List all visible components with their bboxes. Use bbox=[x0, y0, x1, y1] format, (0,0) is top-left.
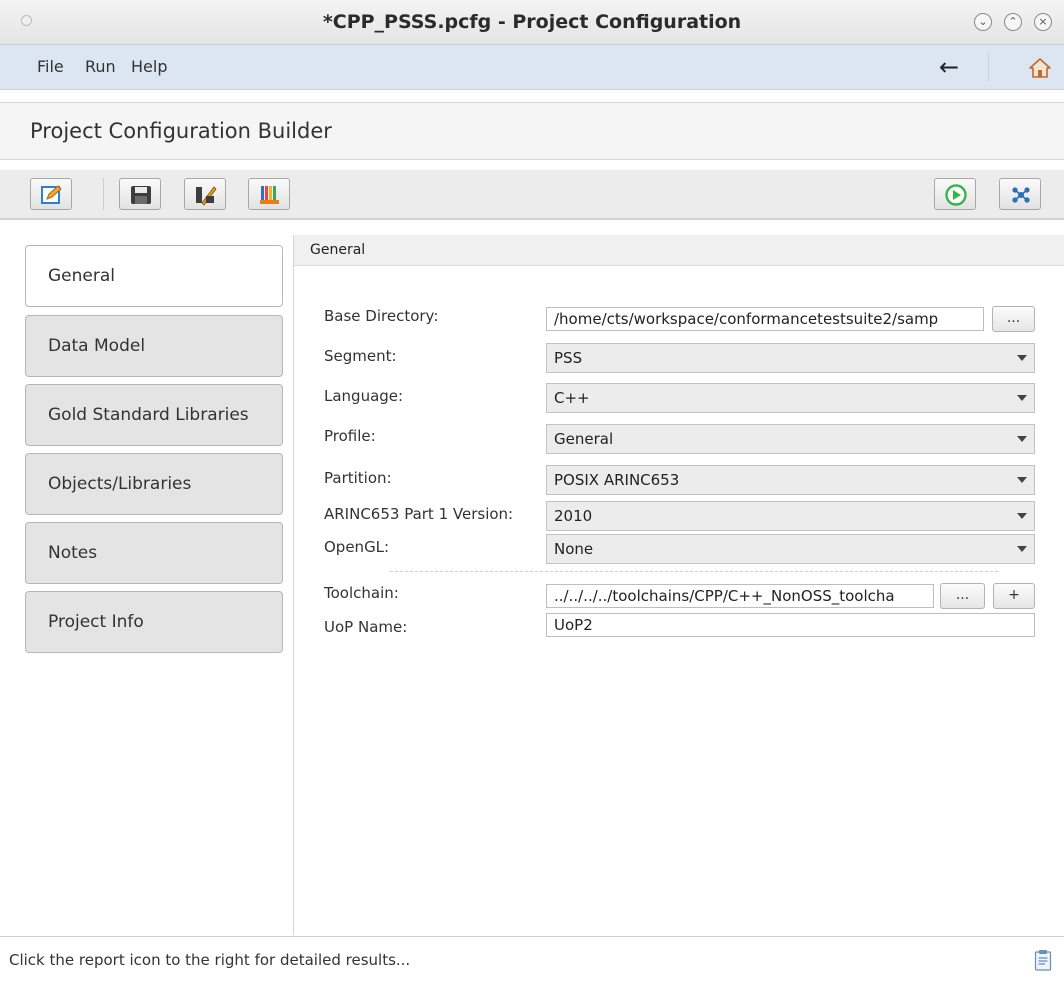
language-label: Language: bbox=[324, 387, 404, 405]
profile-value: General bbox=[554, 430, 614, 448]
status-text: Click the report icon to the right for d… bbox=[9, 951, 411, 969]
menu-help[interactable]: Help bbox=[131, 45, 167, 89]
run-button[interactable] bbox=[934, 178, 976, 210]
section-title: General bbox=[310, 242, 366, 258]
opengl-value: None bbox=[554, 540, 594, 558]
base-directory-field[interactable]: /home/cts/workspace/conformancetestsuite… bbox=[546, 307, 984, 331]
base-directory-browse-button[interactable]: ... bbox=[992, 306, 1035, 332]
tab-notes[interactable]: Notes bbox=[25, 522, 283, 584]
menu-divider bbox=[988, 53, 989, 81]
segment-label: Segment: bbox=[324, 347, 397, 365]
segment-select[interactable]: PSS bbox=[546, 343, 1035, 373]
tab-objects-libraries[interactable]: Objects/Libraries bbox=[25, 453, 283, 515]
save-icon bbox=[131, 186, 151, 204]
page-title: Project Configuration Builder bbox=[30, 119, 332, 143]
status-bar: Click the report icon to the right for d… bbox=[0, 936, 1064, 983]
chevron-down-icon bbox=[1017, 546, 1027, 552]
partition-select[interactable]: POSIX ARINC653 bbox=[546, 465, 1035, 495]
tab-gold-standard-libraries[interactable]: Gold Standard Libraries bbox=[25, 384, 283, 446]
save-button[interactable] bbox=[119, 178, 161, 210]
language-select[interactable]: C++ bbox=[546, 383, 1035, 413]
section-header: General bbox=[294, 235, 1064, 266]
home-icon[interactable] bbox=[1028, 57, 1052, 79]
chevron-down-icon bbox=[1017, 513, 1027, 519]
back-arrow-icon[interactable]: ← bbox=[934, 53, 964, 81]
maximize-icon[interactable]: ⌃ bbox=[1004, 13, 1022, 31]
page-header: Project Configuration Builder bbox=[0, 102, 1064, 160]
chevron-down-icon bbox=[1017, 436, 1027, 442]
validate-button[interactable] bbox=[184, 178, 226, 210]
edit-button[interactable] bbox=[30, 178, 72, 210]
opengl-label: OpenGL: bbox=[324, 538, 390, 556]
partition-label: Partition: bbox=[324, 469, 392, 487]
profile-label: Profile: bbox=[324, 427, 376, 445]
menu-run[interactable]: Run bbox=[85, 45, 116, 89]
arinc-version-value: 2010 bbox=[554, 507, 593, 525]
chevron-down-icon bbox=[1017, 355, 1027, 361]
toolchain-add-button[interactable]: + bbox=[993, 583, 1035, 609]
menu-file[interactable]: File bbox=[37, 45, 64, 89]
uop-name-label: UoP Name: bbox=[324, 618, 408, 636]
tab-general[interactable]: General bbox=[25, 245, 283, 307]
library-icon bbox=[260, 186, 279, 204]
settings-icon bbox=[1012, 187, 1030, 203]
library-button[interactable] bbox=[248, 178, 290, 210]
toolchain-browse-button[interactable]: ... bbox=[940, 583, 985, 609]
toolbar bbox=[0, 170, 1064, 220]
uop-name-field[interactable]: UoP2 bbox=[546, 613, 1035, 637]
group-divider bbox=[390, 571, 998, 572]
menu-bar: File Run Help ← bbox=[0, 45, 1064, 90]
profile-select[interactable]: General bbox=[546, 424, 1035, 454]
toolchain-label: Toolchain: bbox=[324, 584, 399, 602]
arinc-version-select[interactable]: 2010 bbox=[546, 501, 1035, 531]
toolbar-divider bbox=[103, 178, 104, 210]
tab-project-info[interactable]: Project Info bbox=[25, 591, 283, 653]
chevron-down-icon bbox=[1017, 477, 1027, 483]
partition-value: POSIX ARINC653 bbox=[554, 471, 680, 489]
close-icon[interactable]: × bbox=[1034, 13, 1052, 31]
opengl-select[interactable]: None bbox=[546, 534, 1035, 564]
minimize-icon[interactable]: ⌄ bbox=[974, 13, 992, 31]
tab-data-model[interactable]: Data Model bbox=[25, 315, 283, 377]
settings-button[interactable] bbox=[999, 178, 1041, 210]
run-icon bbox=[945, 184, 967, 206]
title-bar: *CPP_PSSS.pcfg - Project Configuration ⌄… bbox=[0, 0, 1064, 45]
toolchain-field[interactable]: ../../../../toolchains/CPP/C++_NonOSS_to… bbox=[546, 584, 934, 608]
window-title: *CPP_PSSS.pcfg - Project Configuration bbox=[322, 11, 742, 33]
chevron-down-icon bbox=[1017, 395, 1027, 401]
edit-icon bbox=[41, 185, 62, 204]
arinc-version-label: ARINC653 Part 1 Version: bbox=[324, 505, 514, 523]
base-directory-label: Base Directory: bbox=[324, 307, 439, 325]
segment-value: PSS bbox=[554, 349, 583, 367]
report-icon[interactable] bbox=[1034, 949, 1052, 971]
language-value: C++ bbox=[554, 389, 590, 407]
validate-icon bbox=[196, 186, 217, 206]
